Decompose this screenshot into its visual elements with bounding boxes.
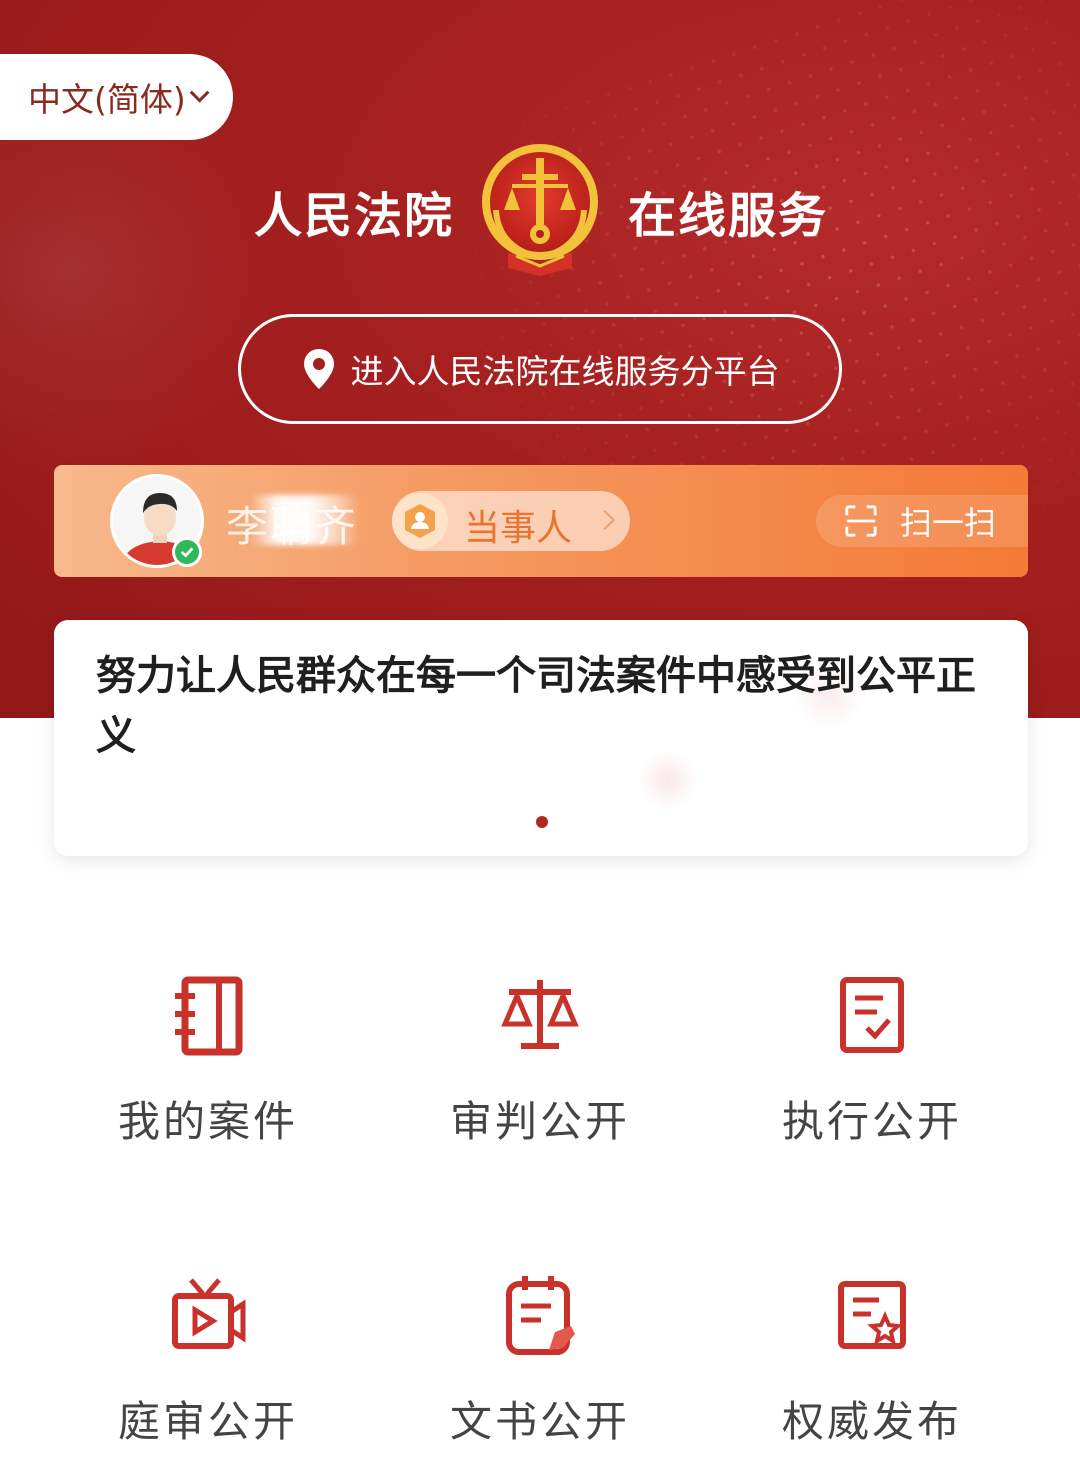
tv-play-icon: [172, 1278, 246, 1349]
case-folder-icon: [175, 976, 243, 1056]
certificate-star-icon: [838, 1281, 906, 1349]
name-privacy-mask: [250, 495, 360, 545]
role-switch-button[interactable]: 当事人: [392, 491, 630, 551]
person-badge-icon: [392, 493, 448, 549]
document-edit-icon: [506, 1276, 575, 1355]
service-my-cases[interactable]: 我的案件: [58, 940, 358, 1160]
checklist-icon: [840, 977, 904, 1053]
court-emblem-icon: [482, 144, 598, 276]
slogan-text: 努力让人民群众在每一个司法案件中感受到公平正义: [96, 653, 976, 759]
carousel-indicator-dot[interactable]: [536, 816, 548, 828]
enter-branch-platform-button[interactable]: 进入人民法院在线服务分平台: [238, 314, 842, 424]
verified-check-icon: [172, 537, 202, 567]
service-label: 执行公开: [781, 1097, 962, 1146]
service-hearing-disclosure[interactable]: 庭审公开: [58, 1240, 358, 1460]
scales-icon: [501, 980, 579, 1049]
scan-label: 扫一扫: [900, 504, 997, 542]
service-execution-disclosure[interactable]: 执行公开: [722, 940, 1022, 1160]
service-label: 文书公开: [449, 1397, 630, 1446]
slogan-carousel[interactable]: 努力让人民群众在每一个司法案件中感受到公平正义: [54, 620, 1028, 856]
scan-icon: [845, 505, 877, 537]
service-label: 权威发布: [781, 1397, 962, 1446]
scan-button[interactable]: 扫一扫: [816, 495, 1028, 547]
location-pin-icon: [303, 349, 334, 389]
service-label: 庭审公开: [117, 1397, 298, 1446]
language-selector[interactable]: 中文(简体): [0, 54, 233, 140]
service-authoritative-release[interactable]: 权威发布: [722, 1240, 1022, 1460]
language-label: 中文(简体): [28, 80, 186, 119]
chevron-down-icon: [189, 82, 210, 103]
service-document-disclosure[interactable]: 文书公开: [390, 1240, 690, 1460]
title-right: 在线服务: [628, 188, 829, 244]
service-label: 我的案件: [117, 1097, 298, 1146]
chevron-right-icon: [595, 510, 615, 530]
title-left: 人民法院: [254, 188, 455, 244]
service-trial-disclosure[interactable]: 审判公开: [390, 940, 690, 1160]
service-label: 审判公开: [449, 1097, 630, 1146]
enter-branch-platform-label: 进入人民法院在线服务分平台: [350, 352, 780, 391]
role-label: 当事人: [464, 508, 573, 549]
user-bar: 李聃齐 当事人 扫一扫: [54, 465, 1028, 577]
